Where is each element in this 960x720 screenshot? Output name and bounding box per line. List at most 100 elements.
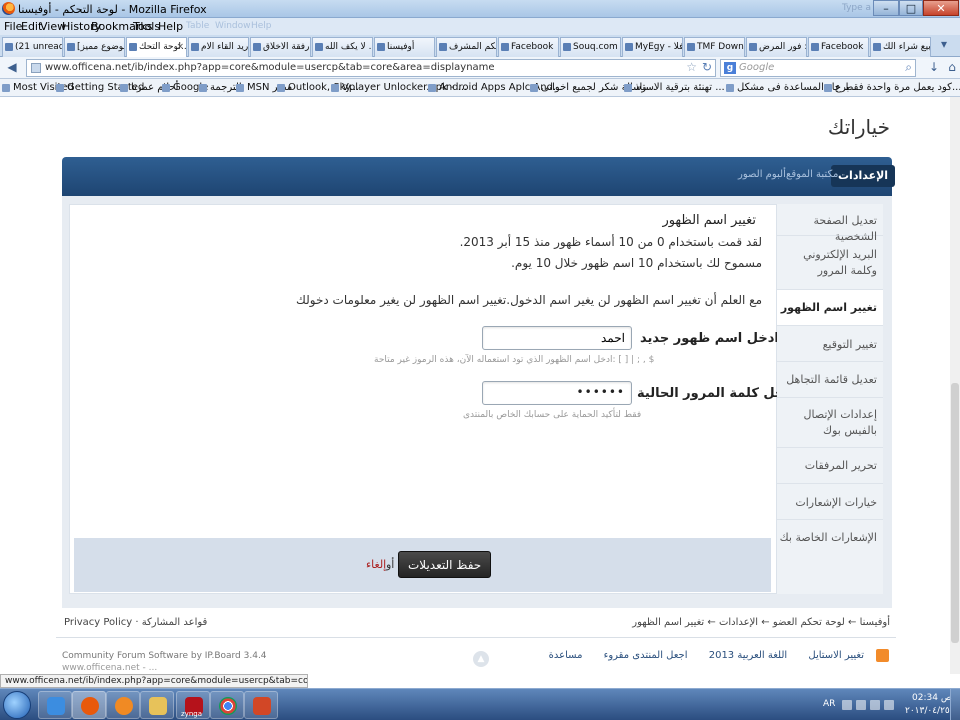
flag-icon[interactable] xyxy=(870,700,880,710)
taskbar-powerpoint[interactable] xyxy=(244,691,278,719)
taskbar-ie[interactable] xyxy=(38,691,72,719)
tab-label: أوفيسنا xyxy=(387,42,415,52)
new-name-input[interactable] xyxy=(482,326,632,350)
vertical-scrollbar[interactable] xyxy=(950,97,960,674)
language-indicator[interactable]: AR xyxy=(823,699,835,709)
close-window-button[interactable]: ✕ xyxy=(923,0,959,16)
browser-tab[interactable]: أوفيسنا xyxy=(374,37,435,57)
sidebar-item-attachments[interactable]: تحرير المرفقات xyxy=(777,448,883,484)
download-arrow-icon[interactable]: ↓ xyxy=(926,60,942,76)
clock-time[interactable]: 02:34 ص xyxy=(912,693,952,703)
tab-favicon xyxy=(191,43,199,51)
clock-date[interactable]: ٢٠١٣/٠٤/٢٥ xyxy=(905,706,950,716)
browser-tab[interactable]: (21 unread) - ... xyxy=(2,37,63,57)
bookmark-star-icon[interactable]: ☆ xyxy=(686,60,697,74)
sidebar-item-my-notifications[interactable]: الإشعارات الخاصة بك xyxy=(777,520,883,556)
ipb-credit[interactable]: Community Forum Software by IP.Board 3.4… xyxy=(62,651,267,661)
password-input[interactable]: •••••• xyxy=(482,381,632,405)
browser-tab-active[interactable]: لوحة التحك...× xyxy=(126,37,187,58)
tab-settings[interactable]: الإعدادات xyxy=(831,165,896,187)
breadcrumb-item[interactable]: أوفيسنا xyxy=(860,617,890,628)
search-bar[interactable]: g Google ⌕ xyxy=(720,59,916,77)
sidebar-item-ignore-list[interactable]: تعديل قائمة التجاهل xyxy=(777,362,883,398)
start-button[interactable] xyxy=(3,691,31,719)
taskbar-zynga[interactable]: zynga xyxy=(176,691,210,719)
google-icon[interactable]: g xyxy=(724,62,736,74)
ghost-menu-table: Table xyxy=(186,21,210,31)
tab-site-library[interactable]: مكتبة الموقع xyxy=(786,169,838,180)
show-desktop-button[interactable] xyxy=(950,689,960,720)
footer-link-change-style[interactable]: تغيير الاستايل xyxy=(808,650,864,661)
tab-favicon xyxy=(129,43,137,51)
taskbar-explorer[interactable] xyxy=(140,691,174,719)
bookmark-item[interactable]: تهنئة بترقية الاستاذ ... xyxy=(624,82,725,93)
tab-label: (21 unread) - ... xyxy=(15,42,62,52)
browser-tab[interactable]: Facebook xyxy=(808,37,869,57)
sidebar-menu: تعديل الصفحة الشخصية البريد الإلكتروني و… xyxy=(777,204,883,594)
footer-policy-links[interactable]: Privacy Policy · قواعد المشاركة xyxy=(64,617,207,628)
browser-tab[interactable]: لوحة تحكم المشرف xyxy=(436,37,497,57)
tray-arrow-icon[interactable] xyxy=(842,700,852,710)
browser-tab[interactable]: Souq.com Eg... xyxy=(560,37,621,57)
footer-divider xyxy=(56,637,896,638)
site-identity-icon[interactable] xyxy=(31,63,41,73)
network-icon[interactable] xyxy=(856,700,866,710)
search-icon[interactable]: ⌕ xyxy=(905,60,912,75)
tab-photo-album[interactable]: ألبوم الصور xyxy=(738,169,786,180)
ie-icon xyxy=(47,697,65,715)
browser-tab[interactable]: لا يكف الله ... xyxy=(312,37,373,57)
bookmarks-bar: Most Visited Getting Started أحلام عمرنا… xyxy=(0,79,960,97)
footer-link-mark-read[interactable]: اجعل المنتدى مقروء xyxy=(604,650,688,661)
browser-tab[interactable]: Facebook xyxy=(498,37,559,57)
sidebar-item-notification-options[interactable]: خيارات الإشعارات xyxy=(777,484,883,520)
reload-icon[interactable]: ↻ xyxy=(702,60,712,74)
sidebar-item-facebook[interactable]: إعدادات الإتصال بالفيس بوك xyxy=(777,398,883,448)
breadcrumb-item[interactable]: الإعدادات xyxy=(719,617,758,628)
taskbar-firefox[interactable] xyxy=(72,691,106,719)
sidebar-item-email-password[interactable]: البريد الإلكتروني وكلمة المرور xyxy=(777,236,883,290)
tab-list-icon[interactable]: ▾ xyxy=(936,37,952,53)
taskbar-chrome[interactable] xyxy=(210,691,244,719)
status-bar: www.officena.net/ib/index.php?app=core&m… xyxy=(0,674,308,688)
footer-link-help[interactable]: مساعدة xyxy=(549,650,583,661)
search-placeholder[interactable]: Google xyxy=(739,62,774,73)
sidebar-item-edit-profile[interactable]: تعديل الصفحة الشخصية xyxy=(777,204,883,243)
browser-tab[interactable]: MyEgy - افلا... xyxy=(622,37,683,57)
browser-tab[interactable]: رفقة الاخلاق ... xyxy=(250,37,311,57)
back-arrow-icon[interactable]: ◀ xyxy=(4,60,20,76)
scroll-top-icon[interactable]: ▲ xyxy=(473,651,489,667)
volume-icon[interactable] xyxy=(884,700,894,710)
close-tab-icon[interactable]: × xyxy=(176,38,184,56)
menu-help[interactable]: Help xyxy=(158,20,183,33)
sidebar-item-display-name[interactable]: تغيير اسم الظهور xyxy=(777,290,883,326)
taskbar-media[interactable] xyxy=(106,691,140,719)
browser-tab[interactable]: فور المرض : ... xyxy=(746,37,807,57)
footer-link-language[interactable]: اللغة العربية 2013 xyxy=(709,650,787,661)
browser-tab[interactable]: TMF Downlo... xyxy=(684,37,745,57)
maximize-button[interactable]: □ xyxy=(899,0,923,16)
breadcrumb-item[interactable]: لوحة تحكم العضو xyxy=(773,617,845,628)
bookmark-item[interactable]: كود يعمل مرة واحدة فقط ع... xyxy=(824,82,960,93)
menu-tools[interactable]: Tools xyxy=(133,20,160,33)
breadcrumb-item: تغيير اسم الظهور xyxy=(632,617,705,628)
web-page: خياراتك الإعدادات مكتبة الموقع ألبوم الص… xyxy=(0,97,960,674)
rss-icon[interactable] xyxy=(876,649,889,662)
cancel-link[interactable]: إلغاء xyxy=(366,558,386,571)
sidebar-item-signature[interactable]: تغيير التوقيع xyxy=(777,326,883,362)
zynga-label: zynga xyxy=(181,710,202,718)
browser-tab[interactable]: اريد القاء الام... xyxy=(188,37,249,57)
tab-favicon xyxy=(501,43,509,51)
home-icon[interactable]: ⌂ xyxy=(944,60,960,76)
menu-file[interactable]: File xyxy=(4,20,22,33)
save-button[interactable]: حفظ التعديلات xyxy=(398,551,492,578)
browser-tab[interactable]: [موضوع مميز] ... xyxy=(64,37,125,57)
firefox-icon xyxy=(81,697,99,715)
scrollbar-thumb[interactable] xyxy=(951,383,959,643)
ghost-menu-window: Window xyxy=(215,21,251,31)
minimize-button[interactable]: – xyxy=(873,0,899,16)
usage-info: لقد قمت باستخدام 0 من 10 أسماء ظهور منذ … xyxy=(459,235,762,249)
url-text[interactable]: www.officena.net/ib/index.php?app=core&m… xyxy=(45,62,495,73)
url-bar[interactable]: www.officena.net/ib/index.php?app=core&m… xyxy=(26,59,716,77)
browser-tab[interactable]: بيع شراء الك ... xyxy=(870,37,931,57)
ghost-menu-help: Help xyxy=(251,21,272,31)
